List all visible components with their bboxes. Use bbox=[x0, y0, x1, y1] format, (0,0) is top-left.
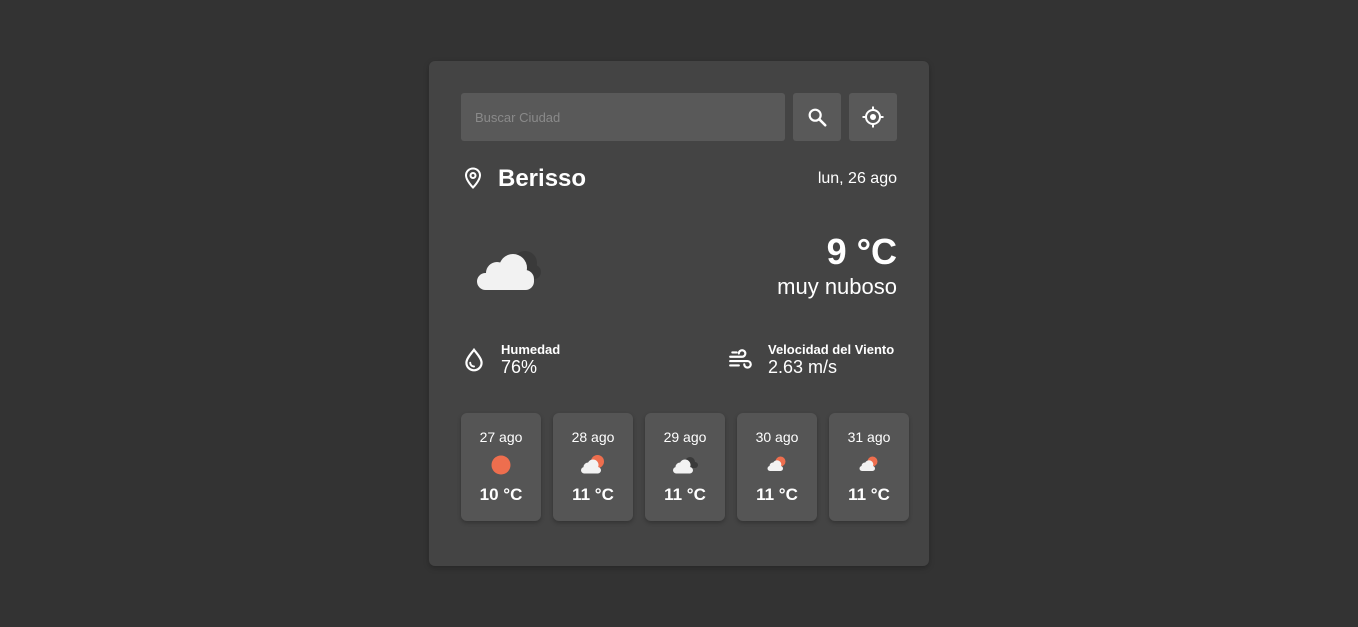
forecast-temp: 11 °C bbox=[848, 485, 890, 504]
city-name: Berisso bbox=[498, 165, 587, 192]
current-location-button[interactable] bbox=[849, 93, 897, 141]
humidity-label: Humedad bbox=[501, 342, 561, 357]
wind-value: 2.63 m/s bbox=[768, 357, 838, 377]
broken-clouds-icon bbox=[673, 457, 698, 474]
search-button[interactable] bbox=[793, 93, 841, 141]
broken-clouds-icon bbox=[477, 251, 541, 290]
current-temperature: 9 °C bbox=[826, 231, 897, 272]
forecast-temp: 11 °C bbox=[756, 485, 798, 504]
forecast-temp: 11 °C bbox=[664, 485, 706, 504]
clear-sun-icon bbox=[491, 455, 511, 475]
search-bar bbox=[461, 93, 897, 141]
forecast-day: 27 ago 10 °C bbox=[461, 413, 541, 521]
wind-stat: Velocidad del Viento 2.63 m/s bbox=[728, 341, 898, 381]
humidity-value: 76% bbox=[501, 357, 538, 377]
sun-behind-cloud-icon bbox=[859, 456, 878, 471]
sun-behind-cloud-icon bbox=[581, 455, 604, 474]
current-date: lun, 26 ago bbox=[817, 170, 897, 187]
weather-card: Berisso lun, 26 ago 9 °C muy nuboso Hume… bbox=[429, 61, 929, 566]
wind-label: Velocidad del Viento bbox=[768, 342, 895, 357]
sun-behind-cloud-icon bbox=[767, 456, 786, 471]
map-pin-icon bbox=[464, 167, 482, 189]
forecast-day: 29 ago 11 °C bbox=[645, 413, 725, 521]
forecast-day: 31 ago 11 °C bbox=[829, 413, 909, 521]
weather-description: muy nuboso bbox=[777, 274, 897, 299]
location-header: Berisso lun, 26 ago bbox=[461, 164, 897, 194]
forecast-date: 31 ago bbox=[847, 429, 891, 445]
humidity-stat: Humedad 76% bbox=[461, 341, 611, 381]
forecast-temp: 11 °C bbox=[572, 485, 614, 504]
forecast-day: 30 ago 11 °C bbox=[737, 413, 817, 521]
forecast-date: 28 ago bbox=[571, 429, 615, 445]
forecast-day: 28 ago 11 °C bbox=[553, 413, 633, 521]
crosshair-location-icon bbox=[862, 106, 884, 128]
wind-icon bbox=[729, 349, 752, 369]
forecast-date: 30 ago bbox=[755, 429, 799, 445]
forecast-temp: 10 °C bbox=[479, 485, 523, 504]
search-icon bbox=[808, 108, 827, 127]
droplet-icon bbox=[465, 347, 483, 372]
search-input[interactable] bbox=[461, 93, 785, 141]
forecast-list: 27 ago 10 °C 28 ago 11 °C 29 ago 11 °C 3… bbox=[461, 413, 909, 521]
forecast-date: 29 ago bbox=[663, 429, 707, 445]
forecast-date: 27 ago bbox=[479, 429, 523, 445]
